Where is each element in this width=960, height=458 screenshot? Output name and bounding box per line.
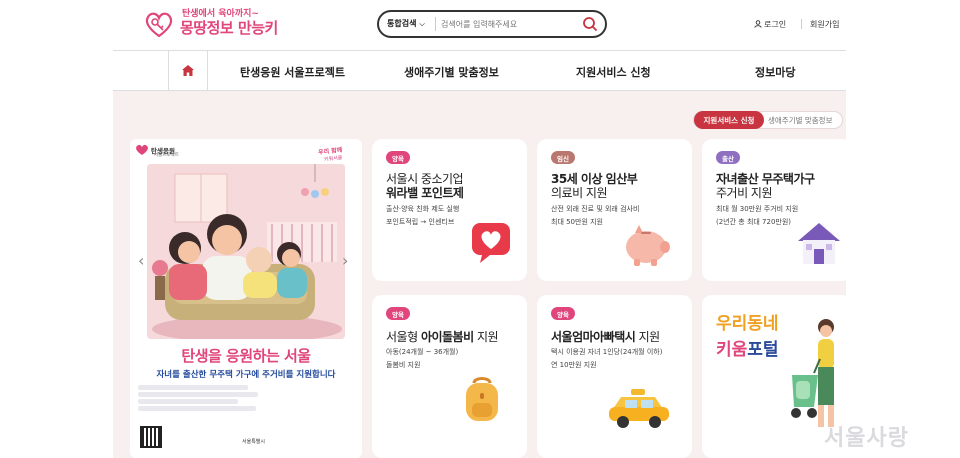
service-card-taxi[interactable]: 양육 서울엄마아빠택시 지원 택시 이용권 자녀 1인당(24개월 이하) 연 … [537,295,692,458]
portal-title-line1: 우리동네 [716,314,779,334]
card-title-after: 지원 [635,330,661,344]
card-title-line2: 의료비 지원 [551,186,608,200]
card-desc-1: 최대 월 30만원 주거비 지원 [716,205,799,213]
search-bar: 통합검색 ⌵ [377,10,607,38]
family-illustration [147,164,345,339]
stroller-icon [791,319,834,427]
poster-logo-sub: 서울프로젝트 [154,153,179,158]
logo-name: 몽땅정보 만능키 [180,19,278,37]
service-card-housing-support[interactable]: 출산 자녀출산 무주택가구 주거비 지원 최대 월 30만원 주거비 지원 (2… [702,139,852,281]
portal-title: 우리동네 키움포털 [716,311,779,363]
main-nav: 탄생응원 서울프로젝트 생애주기별 맞춤정보 지원서비스 신청 정보마당 [113,50,846,91]
service-card-worklife-point[interactable]: 양육 서울시 중소기업 워라밸 포인트제 출산·양육 친화 제도 실행 포인트적… [372,139,527,281]
poster-title: 탄생을 응원하는 서울 [181,347,311,365]
toggle-service-apply[interactable]: 지원서비스 신청 [694,111,764,129]
category-badge: 양육 [386,151,410,164]
card-desc-2: 돌봄비 지원 [386,361,421,369]
card-title-bold: 워라밸 포인트제 [386,186,464,200]
card-title-after: 지원 [473,330,499,344]
join-link[interactable]: 회원가입 [810,19,839,30]
user-icon [754,20,762,28]
home-icon [182,65,194,76]
poster-details [138,383,353,423]
header: 탄생에서 육아까지~ 몽땅정보 만능키 통합검색⌵ 로그인 회원가입 [0,0,960,50]
page: 탄생에서 육아까지~ 몽땅정보 만능키 통합검색⌵ 로그인 회원가입 탄생응원 … [0,0,960,458]
chevron-left-icon[interactable]: ‹ [138,251,144,270]
chevron-right-icon[interactable]: › [342,251,348,270]
divider [801,19,802,29]
card-desc-2: 포인트적립 → 인센티브 [386,218,455,226]
category-badge: 임신 [551,151,575,164]
poster-subtitle: 자녀를 출산한 무주택 가구에 주거비를 지원합니다 [156,370,336,380]
backpack-icon [466,377,498,421]
nav-item-lifecycle-info[interactable]: 생애주기별 맞춤정보 [404,64,499,80]
service-card-pregnant-medical[interactable]: 임신 35세 이상 임산부 의료비 지원 산전 외래 진료 및 외래 검사비 최… [537,139,692,281]
card-desc-1: 출산·양육 친화 제도 실행 [386,205,460,213]
key-heart-logo-icon [145,12,173,38]
home-button[interactable] [168,51,208,90]
login-link[interactable]: 로그인 [754,19,786,30]
chevron-down-icon: ⌵ [419,20,425,28]
watermark: 서울사랑 [824,426,909,451]
search-scope-label: 통합검색 [387,19,417,28]
view-toggle: 지원서비스 신청 생애주기별 맞춤정보 [693,111,843,129]
divider [435,17,436,31]
search-input[interactable] [441,15,581,33]
category-badge: 양육 [551,307,575,320]
heart-logo-icon [136,144,148,155]
piggy-bank-icon [626,225,670,266]
nav-item-service-apply[interactable]: 지원서비스 신청 [576,64,651,80]
card-title-bold: 아이돌봄비 [420,330,474,344]
card-desc-1: 산전 외래 진료 및 외래 검사비 [551,205,640,213]
site-logo[interactable]: 탄생에서 육아까지~ 몽땅정보 만능키 [142,6,278,40]
card-title: 서울형 아이돌봄비 지원 [386,328,499,345]
portal-title-accent: 키움 [716,340,748,360]
promo-banner[interactable]: 탄생응원 서울프로젝트 우리 함께 키워서울 ‹ › 탄생을 응원하는 서울 자… [130,139,362,458]
card-desc-2: (2년간 총 최대 720만원) [716,218,792,226]
portal-title-rest: 포털 [747,340,779,360]
category-badge: 양육 [386,307,410,320]
nav-item-birth-project[interactable]: 탄생응원 서울프로젝트 [240,64,345,80]
qr-code [140,426,162,448]
login-label: 로그인 [764,20,787,29]
card-desc-2: 연 10만원 지원 [551,361,597,369]
card-desc-1: 택시 이용권 자녀 1인당(24개월 이하) [551,348,663,356]
card-title-line2: 주거비 지원 [716,186,773,200]
nav-item-info-board[interactable]: 정보마당 [755,64,795,80]
house-icon [798,223,840,264]
service-card-childcare[interactable]: 양육 서울형 아이돌봄비 지원 아동(24개월 ~ 36개월) 돌봄비 지원 [372,295,527,458]
card-title-bold: 서울엄마아빠택시 [551,330,636,344]
card-title-regular: 서울형 [386,330,421,344]
main-content: 지원서비스 신청 생애주기별 맞춤정보 탄생응원 서울프로젝트 우리 함께 키워… [113,91,852,458]
card-desc-2: 최대 50만원 지원 [551,218,603,226]
heart-bubble-icon [472,223,510,263]
category-badge: 출산 [716,151,740,164]
search-icon[interactable] [581,15,599,33]
poster-footer: 서울특별시 [242,439,266,445]
taxi-icon [609,389,669,428]
card-title: 서울엄마아빠택시 지원 [551,328,660,345]
card-desc-1: 아동(24개월 ~ 36개월) [386,348,459,356]
search-scope-select[interactable]: 통합검색 ⌵ [387,18,425,29]
toggle-lifecycle[interactable]: 생애주기별 맞춤정보 [768,115,832,126]
poster-tag-sub: 키워서울 [323,155,343,163]
